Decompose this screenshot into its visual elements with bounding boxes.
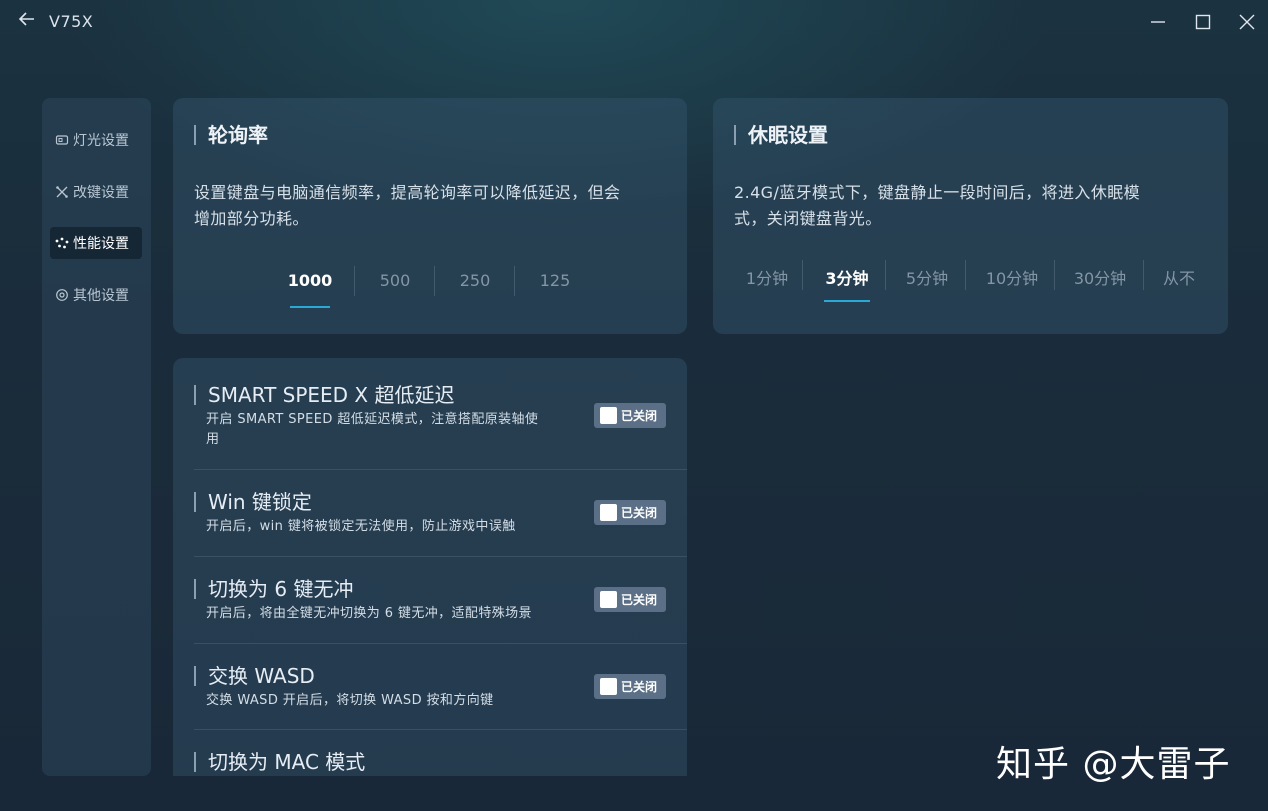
selected-underline — [290, 306, 330, 308]
swap-wasd-toggle[interactable]: 已关闭 — [594, 674, 666, 699]
sleep-option-30min[interactable]: 30分钟 — [1063, 265, 1137, 289]
toggle-knob — [600, 591, 617, 608]
six-key-rollover-description: 开启后，将由全键无冲切换为 6 键无冲，适配特殊场景 — [206, 606, 532, 621]
sidebar-item-performance[interactable]: 性能设置 — [50, 227, 142, 259]
maximize-icon[interactable] — [1191, 10, 1215, 34]
close-icon[interactable] — [1235, 10, 1259, 34]
app-title: V75X — [49, 12, 94, 31]
smart-speed-toggle[interactable]: 已关闭 — [594, 403, 666, 428]
smart-speed-title: SMART SPEED X 超低延迟 — [194, 385, 455, 405]
divider — [514, 266, 515, 296]
sidebar-item-label: 改键设置 — [73, 185, 129, 201]
win-lock-title: Win 键锁定 — [194, 492, 312, 512]
toggle-knob — [600, 678, 617, 695]
toggle-knob — [600, 504, 617, 521]
sidebar: 灯光设置 改键设置 性能设置 其他设置 — [42, 98, 151, 776]
toggle-state-label: 已关闭 — [621, 680, 658, 694]
divider — [1054, 260, 1055, 290]
title-bar: V75X — [0, 0, 1268, 44]
performance-icon — [55, 237, 69, 249]
section-description: 设置键盘与电脑通信频率，提高轮询率可以降低延迟，但会 增加部分功耗。 — [194, 183, 621, 228]
sidebar-item-label: 灯光设置 — [73, 133, 129, 149]
toggle-state-label: 已关闭 — [621, 506, 658, 520]
settings-icon — [56, 289, 68, 301]
sidebar-item-remap[interactable]: 改键设置 — [50, 176, 142, 208]
section-title: 轮询率 — [194, 125, 268, 145]
toggle-state-label: 已关闭 — [621, 409, 658, 423]
polling-option-1000[interactable]: 1000 — [280, 271, 340, 290]
row-divider — [194, 729, 687, 730]
swap-wasd-title: 交换 WASD — [194, 666, 315, 686]
sleep-option-1min[interactable]: 1分钟 — [737, 265, 797, 289]
divider — [885, 260, 886, 290]
sleep-option-10min[interactable]: 10分钟 — [975, 265, 1049, 289]
selected-underline — [824, 300, 870, 302]
swap-wasd-description: 交换 WASD 开启后，将切换 WASD 按和方向键 — [206, 693, 494, 708]
sidebar-item-label: 其他设置 — [73, 288, 129, 304]
sleep-settings-card: 休眠设置 2.4G/蓝牙模式下，键盘静止一段时间后，将进入休眠模 式，关闭键盘背… — [713, 98, 1228, 334]
remap-icon — [56, 186, 68, 198]
divider — [1143, 260, 1144, 290]
section-description: 2.4G/蓝牙模式下，键盘静止一段时间后，将进入休眠模 式，关闭键盘背光。 — [734, 183, 1141, 228]
win-lock-toggle[interactable]: 已关闭 — [594, 500, 666, 525]
row-divider — [194, 556, 687, 557]
back-arrow-icon[interactable] — [16, 10, 38, 32]
row-divider — [194, 469, 687, 470]
sleep-option-never[interactable]: 从不 — [1153, 265, 1205, 289]
row-divider — [194, 643, 687, 644]
divider — [802, 260, 803, 290]
mac-mode-title: 切换为 MAC 模式 — [194, 752, 365, 772]
sidebar-item-other[interactable]: 其他设置 — [50, 279, 142, 311]
minimize-icon[interactable] — [1146, 10, 1170, 34]
polling-rate-card: 轮询率 设置键盘与电脑通信频率，提高轮询率可以降低延迟，但会 增加部分功耗。 1… — [173, 98, 687, 334]
watermark: 知乎 @大雷子 — [996, 744, 1231, 785]
polling-option-500[interactable]: 500 — [364, 271, 426, 290]
divider — [434, 266, 435, 296]
sleep-option-5min[interactable]: 5分钟 — [895, 265, 959, 289]
six-key-rollover-title: 切换为 6 键无冲 — [194, 579, 353, 599]
section-title: 休眠设置 — [734, 125, 828, 145]
toggle-state-label: 已关闭 — [621, 593, 658, 607]
polling-option-250[interactable]: 250 — [444, 271, 506, 290]
six-key-rollover-toggle[interactable]: 已关闭 — [594, 587, 666, 612]
toggle-knob — [600, 407, 617, 424]
polling-option-125[interactable]: 125 — [524, 271, 586, 290]
divider — [354, 266, 355, 296]
sidebar-item-lighting[interactable]: 灯光设置 — [50, 124, 142, 156]
performance-toggles-card: SMART SPEED X 超低延迟 开启 SMART SPEED 超低延迟模式… — [173, 358, 687, 776]
win-lock-description: 开启后，win 键将被锁定无法使用，防止游戏中误触 — [206, 519, 516, 534]
divider — [965, 260, 966, 290]
sleep-option-3min[interactable]: 3分钟 — [815, 265, 879, 289]
sidebar-item-label: 性能设置 — [73, 236, 129, 252]
smart-speed-description: 开启 SMART SPEED 超低延迟模式，注意搭配原装轴使 用 — [206, 412, 539, 447]
lighting-icon — [55, 135, 69, 145]
